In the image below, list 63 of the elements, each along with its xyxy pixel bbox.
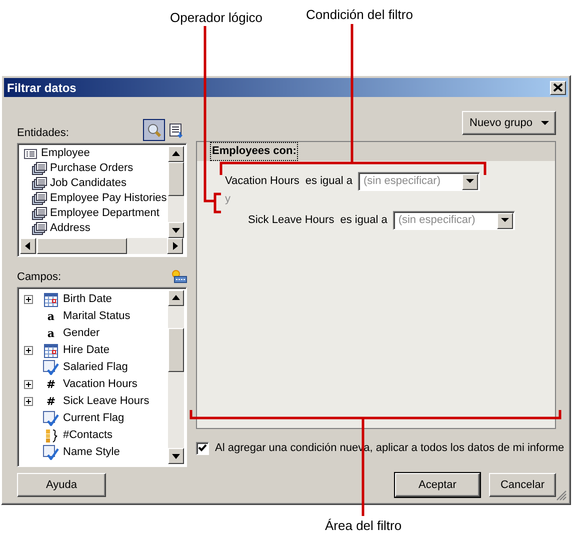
field-item[interactable]: Birth Date xyxy=(63,292,112,307)
scrollbar[interactable] xyxy=(20,238,183,254)
expand-icon[interactable] xyxy=(24,295,33,304)
expand-icon[interactable] xyxy=(24,346,33,355)
list-icon[interactable] xyxy=(168,122,184,138)
caret-icon[interactable] xyxy=(466,179,474,184)
resize-grip[interactable] xyxy=(556,490,567,501)
callout-label: Área del filtro xyxy=(325,519,402,532)
field-name: Vacation Hours xyxy=(225,174,300,190)
tree-item[interactable]: Address xyxy=(50,221,90,236)
checkbox-icon xyxy=(43,360,59,375)
close-button[interactable] xyxy=(550,80,566,94)
field-type-icon: # xyxy=(46,394,56,409)
field-item[interactable]: Marital Status xyxy=(63,309,130,324)
field-name: Sick Leave Hours xyxy=(248,213,334,228)
tables-icon xyxy=(32,162,47,175)
section-label: Entidades: xyxy=(17,126,69,140)
callout-label: Condición del filtro xyxy=(306,8,413,21)
search-icon[interactable] xyxy=(147,123,161,137)
tree-item[interactable]: Purchase Orders xyxy=(50,161,134,176)
cancel-button[interactable]: Cancelar xyxy=(489,473,556,497)
field-item[interactable]: Gender xyxy=(63,326,100,341)
tables-icon xyxy=(32,192,47,205)
field-item[interactable]: Salaried Flag xyxy=(63,360,128,375)
window-title: Filtrar datos xyxy=(7,80,76,96)
caret-icon[interactable] xyxy=(540,120,548,126)
help-button[interactable]: Ayuda xyxy=(17,473,106,497)
tables-icon xyxy=(32,222,47,235)
field-type-icon: # xyxy=(46,377,56,392)
expand-icon[interactable] xyxy=(24,397,33,406)
search-button[interactable] xyxy=(143,119,165,141)
callout-label: Operador lógico xyxy=(170,11,262,24)
field-item[interactable]: Hire Date xyxy=(63,343,110,358)
scrollbar[interactable] xyxy=(168,290,184,464)
caret-icon[interactable] xyxy=(501,218,510,223)
new-field-icon[interactable] xyxy=(171,269,187,283)
tree-item[interactable]: Employee Department xyxy=(50,206,160,221)
field-item[interactable]: Vacation Hours xyxy=(63,377,138,392)
aggregate-icon xyxy=(44,428,58,442)
tree-item[interactable]: Employee xyxy=(41,146,90,161)
new-group-button[interactable]: Nuevo grupo xyxy=(462,111,556,135)
calendar-icon xyxy=(44,344,58,358)
field-item[interactable]: #Contacts xyxy=(63,428,113,443)
tree-item[interactable]: Job Candidates xyxy=(50,176,126,191)
field-item[interactable]: Name Style xyxy=(63,445,120,460)
calendar-icon xyxy=(44,292,58,306)
field-type-icon: a xyxy=(47,309,55,324)
expand-icon[interactable] xyxy=(24,380,33,389)
tree-item[interactable]: Employee Pay Histories xyxy=(50,191,167,206)
ok-button[interactable]: Aceptar xyxy=(395,473,480,497)
tables-icon xyxy=(32,177,47,190)
operator-label[interactable]: es igual a xyxy=(305,173,352,190)
checkbox-icon xyxy=(43,411,59,426)
checkbox[interactable] xyxy=(196,442,209,455)
field-item[interactable]: Sick Leave Hours xyxy=(63,394,150,409)
field-item[interactable]: Current Flag xyxy=(63,411,124,426)
operator-label[interactable]: es igual a xyxy=(340,212,388,229)
tables-icon xyxy=(32,207,47,220)
section-label: Campos: xyxy=(17,270,62,284)
scrollbar[interactable] xyxy=(168,146,184,238)
checkbox-icon xyxy=(43,445,59,460)
table-icon xyxy=(24,148,37,160)
field-type-icon: a xyxy=(47,326,55,341)
